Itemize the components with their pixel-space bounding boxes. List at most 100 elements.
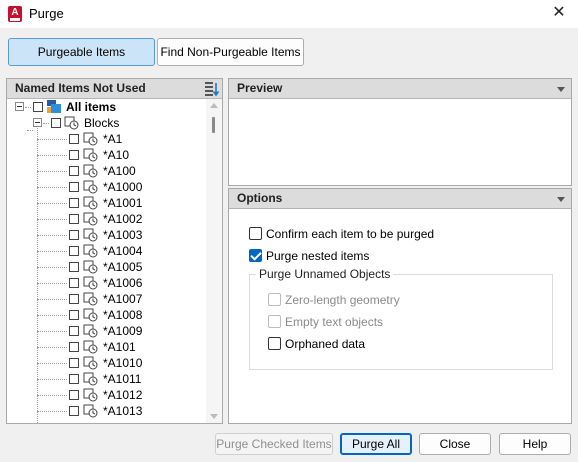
blocks-checkbox[interactable] <box>51 118 61 128</box>
block-icon <box>83 164 98 178</box>
block-list-item[interactable]: *A1006 <box>7 275 206 291</box>
block-item-label: *A1005 <box>103 260 143 274</box>
block-list-item[interactable]: *A1004 <box>7 243 206 259</box>
preview-header[interactable]: Preview <box>229 79 571 99</box>
close-button[interactable]: Close <box>419 433 491 455</box>
block-item-checkbox[interactable] <box>69 390 79 400</box>
block-item-label: *A1011 <box>103 372 142 386</box>
block-list-item[interactable]: *A101 <box>7 339 206 355</box>
block-item-checkbox[interactable] <box>69 358 79 368</box>
block-item-checkbox[interactable] <box>69 406 79 416</box>
purge-checked-items-button[interactable]: Purge Checked Items <box>215 433 333 455</box>
collapse-all-items-icon[interactable] <box>15 102 24 111</box>
block-item-label: *A10 <box>103 148 130 162</box>
all-items-checkbox[interactable] <box>33 102 43 112</box>
block-list-item[interactable]: *A1008 <box>7 307 206 323</box>
orphaned-data-checkbox[interactable] <box>268 337 281 350</box>
block-item-checkbox[interactable] <box>69 214 79 224</box>
block-item-checkbox[interactable] <box>69 166 79 176</box>
title-bar: A Purge ✕ <box>0 0 578 28</box>
block-item-checkbox[interactable] <box>69 150 79 160</box>
tree-connector <box>25 107 31 108</box>
purge-all-button[interactable]: Purge All <box>340 433 412 455</box>
block-list-item[interactable]: *A1012 <box>7 387 206 403</box>
zero-length-label: Zero-length geometry <box>285 293 400 307</box>
block-item-checkbox[interactable] <box>69 342 79 352</box>
block-list-item[interactable]: *A1003 <box>7 227 206 243</box>
block-icon <box>83 132 98 146</box>
block-item-label: *A1006 <box>103 276 143 290</box>
close-window-icon[interactable]: ✕ <box>548 3 570 25</box>
block-list-item[interactable]: *A1007 <box>7 291 206 307</box>
block-item-label: *A1004 <box>103 244 143 258</box>
tree-connector <box>37 155 67 156</box>
named-items-tree[interactable]: All items Blocks *A1 *A10 *A100 *A1000 *A100… <box>7 99 206 423</box>
purge-nested-checkbox[interactable] <box>249 249 262 262</box>
orphaned-data-label: Orphaned data <box>285 337 366 351</box>
block-list-item[interactable]: *A1 <box>7 131 206 147</box>
block-item-checkbox[interactable] <box>69 262 79 272</box>
tree-connector <box>37 363 67 364</box>
block-item-label: *A1008 <box>103 308 143 322</box>
named-items-panel: Named Items Not Used All items Blocks *A… <box>6 78 223 424</box>
preview-panel: Preview <box>228 78 572 192</box>
block-item-checkbox[interactable] <box>69 294 79 304</box>
tab-find-non-purgeable-items[interactable]: Find Non-Purgeable Items <box>157 38 304 66</box>
block-icon <box>83 212 98 226</box>
scroll-down-icon[interactable] <box>210 414 218 419</box>
purge-unnamed-objects-group: Purge Unnamed Objects Zero-length geomet… <box>249 267 553 370</box>
block-list-item[interactable]: *A1013 <box>7 403 206 419</box>
block-item-label: *A1 <box>103 132 123 146</box>
block-icon <box>83 292 98 306</box>
block-item-checkbox[interactable] <box>69 198 79 208</box>
block-item-checkbox[interactable] <box>69 134 79 144</box>
block-list-item[interactable]: *A1001 <box>7 195 206 211</box>
block-item-checkbox[interactable] <box>69 230 79 240</box>
block-icon <box>83 260 98 274</box>
window-title: Purge <box>29 6 64 21</box>
empty-text-checkbox <box>268 315 281 328</box>
block-list-item[interactable]: *A1010 <box>7 355 206 371</box>
block-list-item[interactable]: *A1005 <box>7 259 206 275</box>
block-item-label: *A1007 <box>103 292 143 306</box>
block-list-item[interactable]: *A100 <box>7 163 206 179</box>
options-title: Options <box>237 191 283 205</box>
preview-collapse-icon[interactable] <box>557 87 565 92</box>
block-item-checkbox[interactable] <box>69 246 79 256</box>
block-item-checkbox[interactable] <box>69 182 79 192</box>
confirm-each-checkbox[interactable] <box>249 227 262 240</box>
block-icon <box>83 308 98 322</box>
block-item-checkbox[interactable] <box>69 374 79 384</box>
tree-row-all-items[interactable]: All items <box>7 99 206 115</box>
scroll-up-icon[interactable] <box>210 103 218 108</box>
tab-purgeable-items[interactable]: Purgeable Items <box>8 38 155 66</box>
block-item-label: *A1012 <box>103 388 143 402</box>
block-list-item[interactable]: *A1000 <box>7 179 206 195</box>
options-collapse-icon[interactable] <box>557 197 565 202</box>
block-item-checkbox[interactable] <box>69 278 79 288</box>
block-icon <box>83 180 98 194</box>
block-list-item[interactable]: *A1009 <box>7 323 206 339</box>
block-list-item[interactable]: *A1011 <box>7 371 206 387</box>
preview-title: Preview <box>237 81 283 95</box>
tree-connector <box>37 411 67 412</box>
block-item-label: *A100 <box>103 164 136 178</box>
purge-nested-label: Purge nested items <box>266 249 370 263</box>
block-list-item[interactable]: *A1002 <box>7 211 206 227</box>
tree-connector <box>37 219 67 220</box>
collapse-blocks-icon[interactable] <box>33 118 42 127</box>
tree-row-blocks[interactable]: Blocks <box>7 115 206 131</box>
block-item-checkbox[interactable] <box>69 326 79 336</box>
block-item-label: *A1002 <box>103 212 143 226</box>
splitter-grip-icon[interactable] <box>389 181 409 192</box>
sort-list-icon[interactable] <box>204 81 220 97</box>
scrollbar-thumb[interactable] <box>212 117 215 133</box>
help-button[interactable]: Help <box>499 433 571 455</box>
block-icon <box>83 148 98 162</box>
block-item-checkbox[interactable] <box>69 310 79 320</box>
options-header[interactable]: Options <box>229 189 571 209</box>
block-list-item[interactable]: *A10 <box>7 147 206 163</box>
tree-connector <box>37 331 67 332</box>
all-items-label: All items <box>66 100 117 114</box>
tree-vertical-scrollbar[interactable] <box>206 99 222 423</box>
